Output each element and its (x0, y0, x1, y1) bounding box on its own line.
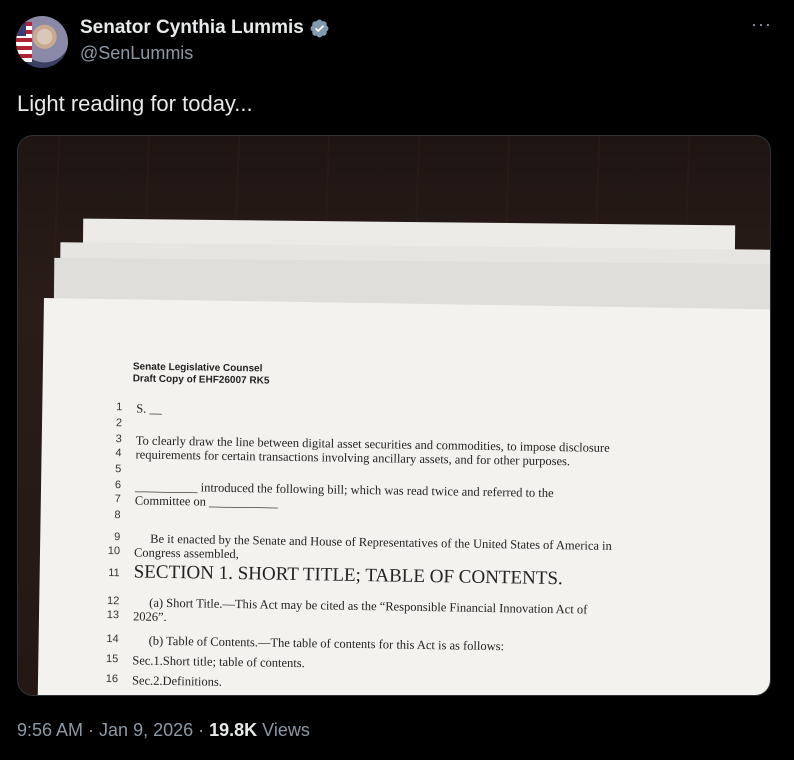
line-number: 6 (114, 479, 122, 492)
tweet-text: Light reading for today... (17, 91, 253, 116)
line-number: 10 (107, 545, 121, 558)
line-text: SECTION 1. SHORT TITLE; TABLE OF CONTENT… (133, 561, 563, 590)
line-text: Sec.2.Definitions. (131, 673, 223, 689)
line-text: (a) Short Title.—This Act may be cited a… (149, 595, 588, 617)
line-number: 5 (115, 463, 122, 476)
flag-icon (16, 22, 32, 62)
line-number: 2 (115, 417, 123, 430)
line-text: Committee on ___________ (134, 493, 278, 510)
more-options-icon[interactable]: ··· (751, 14, 772, 35)
line-number: 4 (115, 447, 122, 460)
document-header: Senate Legislative Counsel Draft Copy of… (133, 361, 270, 387)
author-name-row[interactable]: Senator Cynthia Lummis (80, 17, 330, 39)
line-number: 9 (114, 531, 121, 544)
line-text: Congress assembled, (133, 545, 239, 562)
line-number: 16 (105, 673, 119, 686)
document-page: Senate Legislative Counsel Draft Copy of… (36, 298, 770, 695)
separator: · (83, 720, 100, 740)
author-handle[interactable]: @SenLummis (80, 43, 193, 64)
line-number: 15 (105, 653, 119, 666)
line-text: 2026”. (132, 609, 167, 624)
author-name[interactable]: Senator Cynthia Lummis (80, 17, 304, 39)
views-count: 19.8K (209, 720, 258, 740)
line-text: S. __ (136, 401, 163, 416)
line-number: 13 (106, 609, 120, 622)
views-label: Views (257, 720, 310, 740)
line-number: 14 (106, 633, 119, 646)
line-number: 1 (116, 401, 123, 414)
line-number: 3 (115, 433, 122, 446)
line-number: 11 (108, 567, 120, 580)
verified-badge-icon (310, 19, 329, 37)
separator: · (193, 720, 210, 740)
tweet-date: Jan 9, 2026 (99, 720, 194, 740)
line-text: Sec.1.Short title; table of contents. (132, 653, 305, 671)
author-avatar[interactable] (16, 16, 68, 68)
tweet-timestamp[interactable]: 9:56 AM · Jan 9, 2026 · 19.8K Views (17, 720, 310, 741)
document-header-line: Draft Copy of EHF26007 RK5 (132, 373, 270, 387)
tweet-photo[interactable]: Senate Legislative Counsel Draft Copy of… (17, 135, 771, 696)
tweet-time: 9:56 AM (17, 720, 84, 740)
line-number: 8 (114, 509, 121, 522)
line-number: 12 (106, 595, 120, 608)
line-text: (b) Table of Contents.—The table of cont… (148, 633, 505, 654)
line-number: 7 (114, 493, 121, 506)
